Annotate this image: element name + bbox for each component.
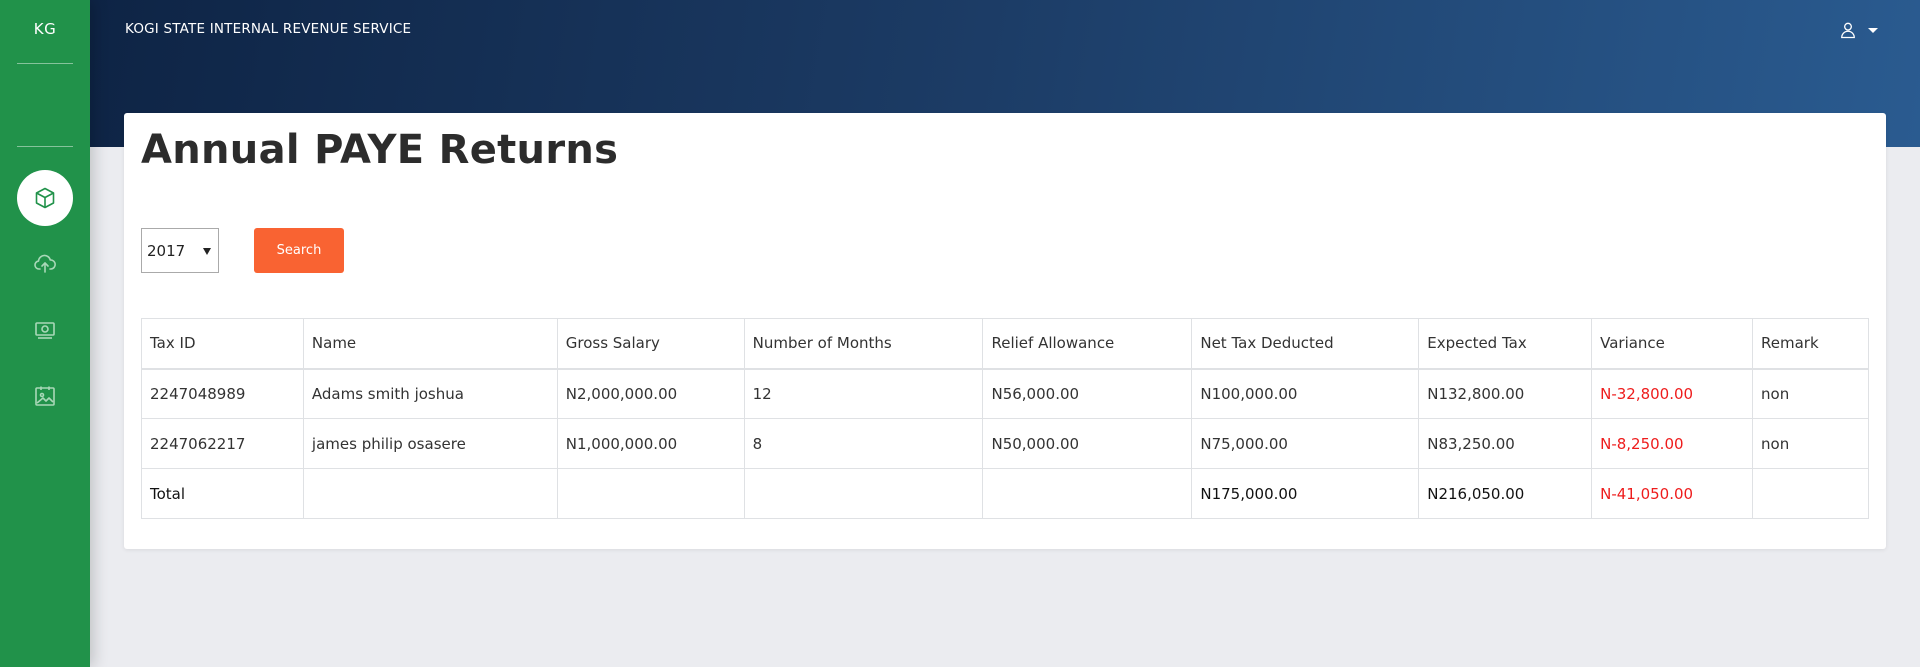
gross-salary-cell: N1,000,000.00 [556,418,745,469]
dropdown-arrow-icon [203,248,211,255]
empty-cell [556,468,745,519]
total-row: Total N175,000.00 N216,050.00 N-41,050.0… [141,468,1869,519]
remark-cell: non [1752,368,1869,419]
header-title: KOGI STATE INTERNAL REVENUE SERVICE [125,21,412,37]
empty-cell [1752,468,1869,519]
image-icon [35,386,55,406]
net-tax-cell: N100,000.00 [1191,368,1420,419]
name-cell: james philip osasere [302,418,558,469]
name-cell: Adams smith joshua [302,368,558,419]
column-header[interactable]: Variance [1591,318,1754,370]
expected-tax-cell: N132,800.00 [1418,368,1593,419]
paye-table: Tax ID Name Gross Salary Number of Month… [141,318,1869,519]
sidebar-divider [17,146,73,147]
money-icon [35,322,55,339]
sidebar-item-upload[interactable] [17,236,73,292]
column-header[interactable]: Relief Allowance [982,318,1193,370]
tax-id-cell: 2247062217 [141,418,304,469]
page-title: Annual PAYE Returns [141,127,619,173]
relief-cell: N56,000.00 [982,368,1193,419]
empty-cell [302,468,558,519]
chevron-down-icon [1868,27,1878,33]
year-select[interactable]: 2017 [141,228,219,273]
user-menu[interactable] [1838,20,1878,40]
sidebar-item-gallery[interactable] [17,368,73,424]
gross-salary-cell: N2,000,000.00 [556,368,745,419]
column-header[interactable]: Remark [1752,318,1869,370]
cloud-upload-icon [34,254,56,273]
box-icon [35,187,55,209]
remark-cell: non [1752,418,1869,469]
tax-id-cell: 2247048989 [141,368,304,419]
total-net-tax: N175,000.00 [1191,468,1420,519]
empty-cell [982,468,1193,519]
content-card: Annual PAYE Returns 2017 Search Tax ID N… [124,113,1886,549]
sidebar: KG [0,0,90,667]
variance-cell: N-32,800.00 [1591,368,1754,419]
column-header[interactable]: Expected Tax [1418,318,1593,370]
empty-cell [743,468,984,519]
total-variance: N-41,050.00 [1591,468,1754,519]
column-header[interactable]: Net Tax Deducted [1191,318,1420,370]
year-select-value: 2017 [147,241,186,260]
table-header-row: Tax ID Name Gross Salary Number of Month… [141,318,1869,370]
user-icon [1841,22,1855,39]
variance-cell: N-8,250.00 [1591,418,1754,469]
expected-tax-cell: N83,250.00 [1418,418,1593,469]
column-header[interactable]: Tax ID [141,318,304,370]
months-cell: 8 [743,418,984,469]
months-cell: 12 [743,368,984,419]
sidebar-item-payments[interactable] [17,302,73,358]
sidebar-item-returns[interactable] [17,170,73,226]
total-expected-tax: N216,050.00 [1418,468,1593,519]
search-button[interactable]: Search [254,228,344,273]
sidebar-divider [17,63,73,64]
brand-logo[interactable]: KG [0,20,90,38]
table-row[interactable]: 2247062217 james philip osasere N1,000,0… [141,418,1869,469]
column-header[interactable]: Name [302,318,558,370]
table-row[interactable]: 2247048989 Adams smith joshua N2,000,000… [141,368,1869,419]
total-label: Total [141,468,304,519]
relief-cell: N50,000.00 [982,418,1193,469]
net-tax-cell: N75,000.00 [1191,418,1420,469]
column-header[interactable]: Number of Months [743,318,984,370]
column-header[interactable]: Gross Salary [556,318,745,370]
